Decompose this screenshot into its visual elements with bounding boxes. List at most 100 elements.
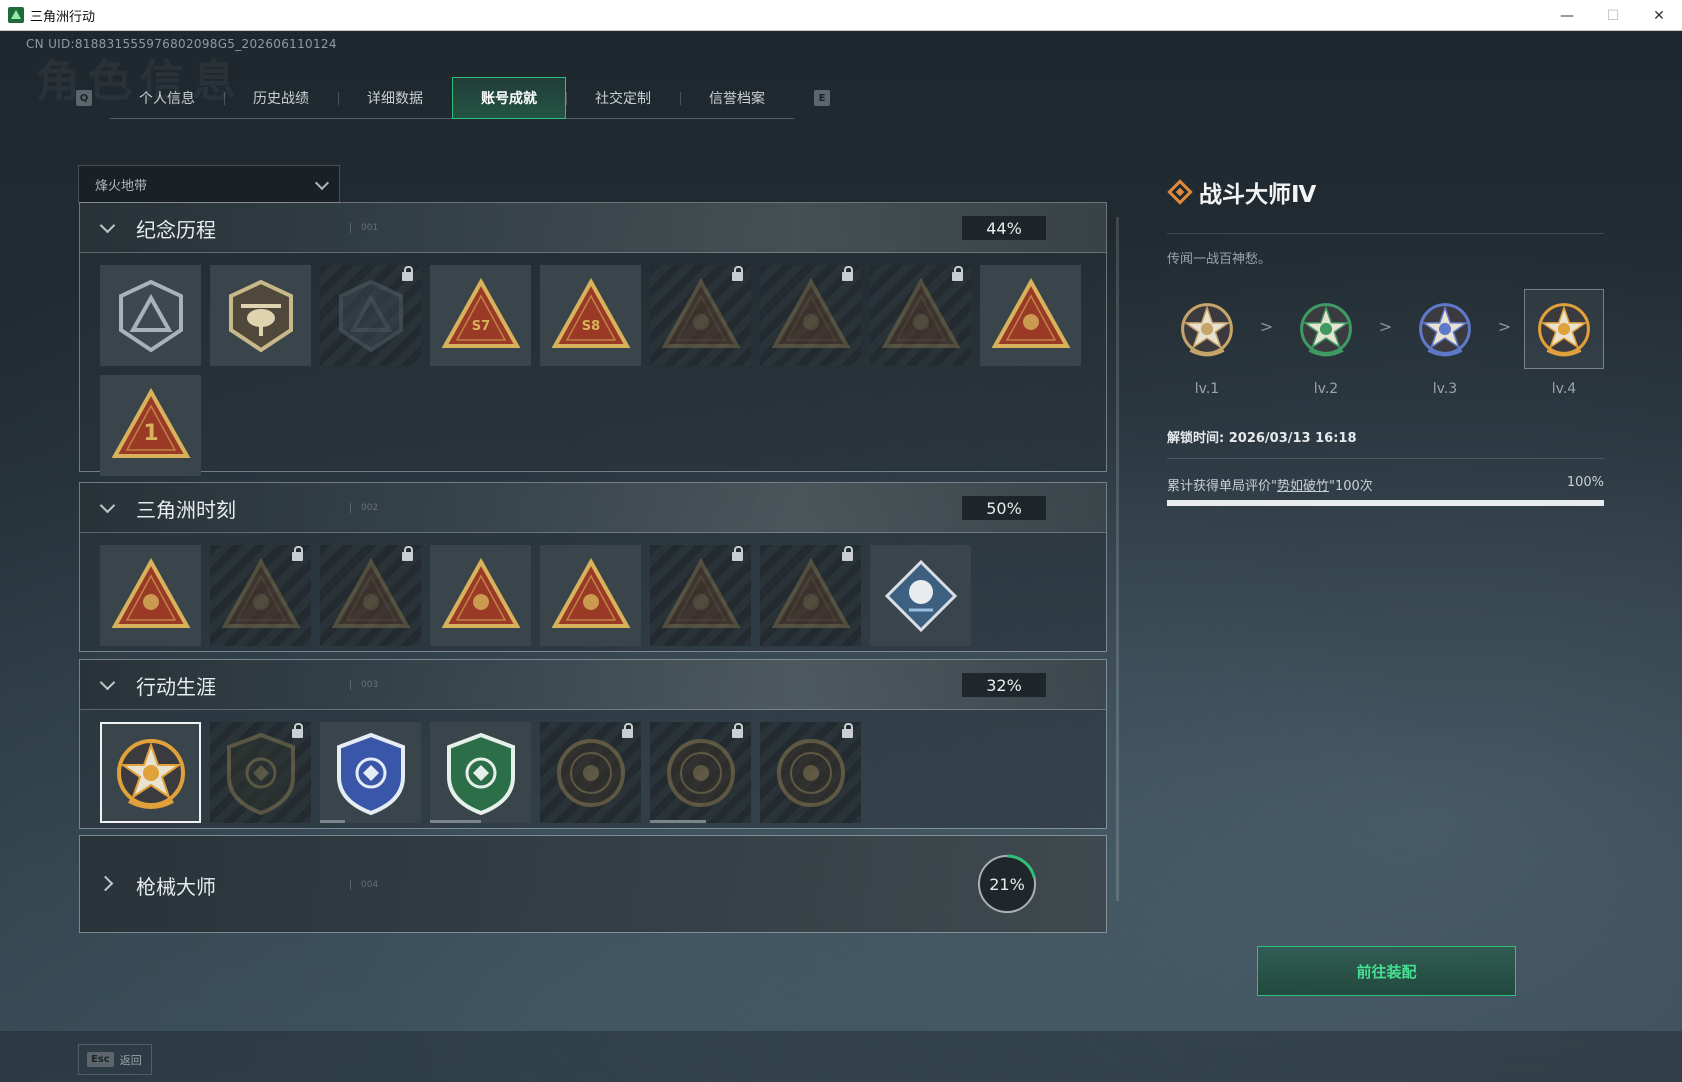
level-3[interactable]: lv.3 (1405, 289, 1485, 397)
star-medal-emblem-icon (116, 738, 185, 809)
achievement-name: 战斗大师Ⅳ (1199, 181, 1317, 208)
cyber-shield-badge[interactable] (320, 265, 421, 366)
category-percent: 50% (962, 496, 1046, 520)
tab-1[interactable]: 历史战绩 (224, 77, 338, 119)
maximize-button[interactable]: ☐ (1590, 0, 1636, 31)
category-header[interactable]: 行动生涯 003 32% (80, 660, 1106, 710)
requirement-percent: 100% (1566, 475, 1604, 490)
progress-ring-percent: 21% (989, 874, 1025, 894)
badge-grid (80, 533, 1106, 651)
tab-2[interactable]: 详细数据 (338, 77, 452, 119)
tab-bar: Q 个人信息 历史战绩 详细数据 账号成就 社交定制 信誉档案 E (76, 77, 830, 119)
lock-icon (622, 723, 633, 738)
category-header[interactable]: 枪械大师 004 21% (80, 836, 1106, 932)
delta-shield-badge[interactable] (100, 265, 201, 366)
tab-next-key-hint[interactable]: E (814, 90, 830, 106)
skull-triangle-badge[interactable] (870, 265, 971, 366)
progress-ring: 21% (976, 853, 1038, 915)
svg-text:1: 1 (143, 421, 158, 446)
s7-triangle-emblem-icon: S7 (441, 277, 520, 348)
level-1[interactable]: lv.1 (1167, 289, 1247, 397)
lock-icon (952, 266, 963, 281)
s7-triangle-badge[interactable]: S7 (430, 265, 531, 366)
scrollbar[interactable] (1116, 217, 1119, 901)
badge-grid: S7 S8 1 (80, 253, 1106, 476)
requirement-text: 累计获得单局评价"势如破竹"100次 (1167, 479, 1373, 494)
requirement-highlight[interactable]: 势如破竹 (1277, 479, 1329, 494)
level-label: lv.1 (1194, 381, 1220, 397)
warrior-triangle-badge[interactable] (760, 265, 861, 366)
category-name: 三角洲时刻 (136, 498, 236, 522)
helicopter-emblem-icon (228, 279, 293, 352)
back-button[interactable]: Esc 返回 (78, 1044, 152, 1075)
star-medal-badge[interactable] (100, 722, 201, 823)
tab-3[interactable]: 账号成就 (452, 77, 566, 119)
svg-text:S7: S7 (471, 319, 489, 334)
helicopter-badge[interactable] (210, 265, 311, 366)
dark-shield-badge[interactable] (210, 722, 311, 823)
beast-triangle-badge[interactable] (650, 545, 751, 646)
level-2[interactable]: lv.2 (1286, 289, 1366, 397)
chevron-down-icon (314, 175, 330, 191)
crate-triangle-badge[interactable] (100, 545, 201, 646)
lock-icon (292, 723, 303, 738)
category-name: 行动生涯 (136, 675, 216, 699)
category-panel-0: 纪念历程 001 44% S7 S8 1 (79, 202, 1107, 476)
level-medal-icon (1286, 289, 1366, 369)
window-controls: — ☐ ✕ (1544, 0, 1682, 31)
go-equip-button[interactable]: 前往装配 (1257, 946, 1516, 996)
achievement-description: 传闻一战百神愁。 (1167, 252, 1272, 267)
skull-round-badge[interactable] (650, 722, 751, 823)
tab-prev-key-hint[interactable]: Q (76, 90, 92, 106)
category-header[interactable]: 纪念历程 001 44% (80, 203, 1106, 253)
category-gun-master[interactable]: 枪械大师 004 21% (79, 835, 1107, 933)
level-4[interactable]: lv.4 (1524, 289, 1604, 397)
level-arrow-icon: > (1497, 317, 1512, 336)
crate-triangle-emblem-icon (111, 557, 190, 628)
chevron-down-icon (99, 674, 116, 691)
dumpling-triangle-badge[interactable] (980, 265, 1081, 366)
tab-5[interactable]: 信誉档案 (680, 77, 794, 119)
eagle-triangle-badge[interactable] (760, 545, 861, 646)
skull-triangle-emblem-icon (881, 277, 960, 348)
footer-bar (0, 1031, 1682, 1082)
bird-round-emblem-icon (776, 738, 845, 807)
minimize-button[interactable]: — (1544, 0, 1590, 31)
gem-triangle-badge[interactable] (430, 545, 531, 646)
achievement-diamond-icon (1167, 178, 1193, 205)
number-one-triangle-badge[interactable]: 1 (100, 375, 201, 476)
s8-triangle-emblem-icon: S8 (551, 277, 630, 348)
rose-diamond-badge[interactable] (870, 545, 971, 646)
mode-filter-dropdown[interactable]: 烽火地带 (78, 165, 340, 203)
mech-triangle-emblem-icon (661, 277, 740, 348)
blue-shield-badge[interactable] (320, 722, 421, 823)
robot-triangle-badge[interactable] (210, 545, 311, 646)
lock-icon (732, 723, 743, 738)
green-shield-badge[interactable] (430, 722, 531, 823)
tab-4[interactable]: 社交定制 (566, 77, 680, 119)
lock-icon (732, 546, 743, 561)
close-button[interactable]: ✕ (1636, 0, 1682, 31)
category-header[interactable]: 三角洲时刻 002 50% (80, 483, 1106, 533)
uid-label: CN UID:818831555976802098G5_202606110124 (26, 37, 337, 51)
lock-icon (842, 723, 853, 738)
skull-round-emblem-icon (666, 738, 735, 807)
chevron-right-icon (97, 875, 114, 892)
badge-progress-bar (320, 820, 346, 823)
tab-0[interactable]: 个人信息 (110, 77, 224, 119)
category-panel-1: 三角洲时刻 002 50% (79, 482, 1107, 652)
achievement-detail-panel: 战斗大师Ⅳ 传闻一战百神愁。 lv.1 > lv.2 > lv.3 > lv.4 解锁… (1167, 174, 1604, 506)
unlock-time: 解锁时间: 2026/03/13 16:18 (1167, 427, 1604, 459)
bird-round-badge[interactable] (760, 722, 861, 823)
svg-text:S8: S8 (581, 319, 599, 334)
spiral-round-badge[interactable] (540, 722, 641, 823)
team-triangle-emblem-icon (551, 557, 630, 628)
green-shield-emblem-icon (446, 732, 515, 815)
runner-triangle-badge[interactable] (320, 545, 421, 646)
team-triangle-badge[interactable] (540, 545, 641, 646)
lock-icon (842, 266, 853, 281)
mech-triangle-badge[interactable] (650, 265, 751, 366)
s8-triangle-badge[interactable]: S8 (540, 265, 641, 366)
beast-triangle-emblem-icon (661, 557, 740, 628)
category-number: 003 (350, 680, 378, 690)
